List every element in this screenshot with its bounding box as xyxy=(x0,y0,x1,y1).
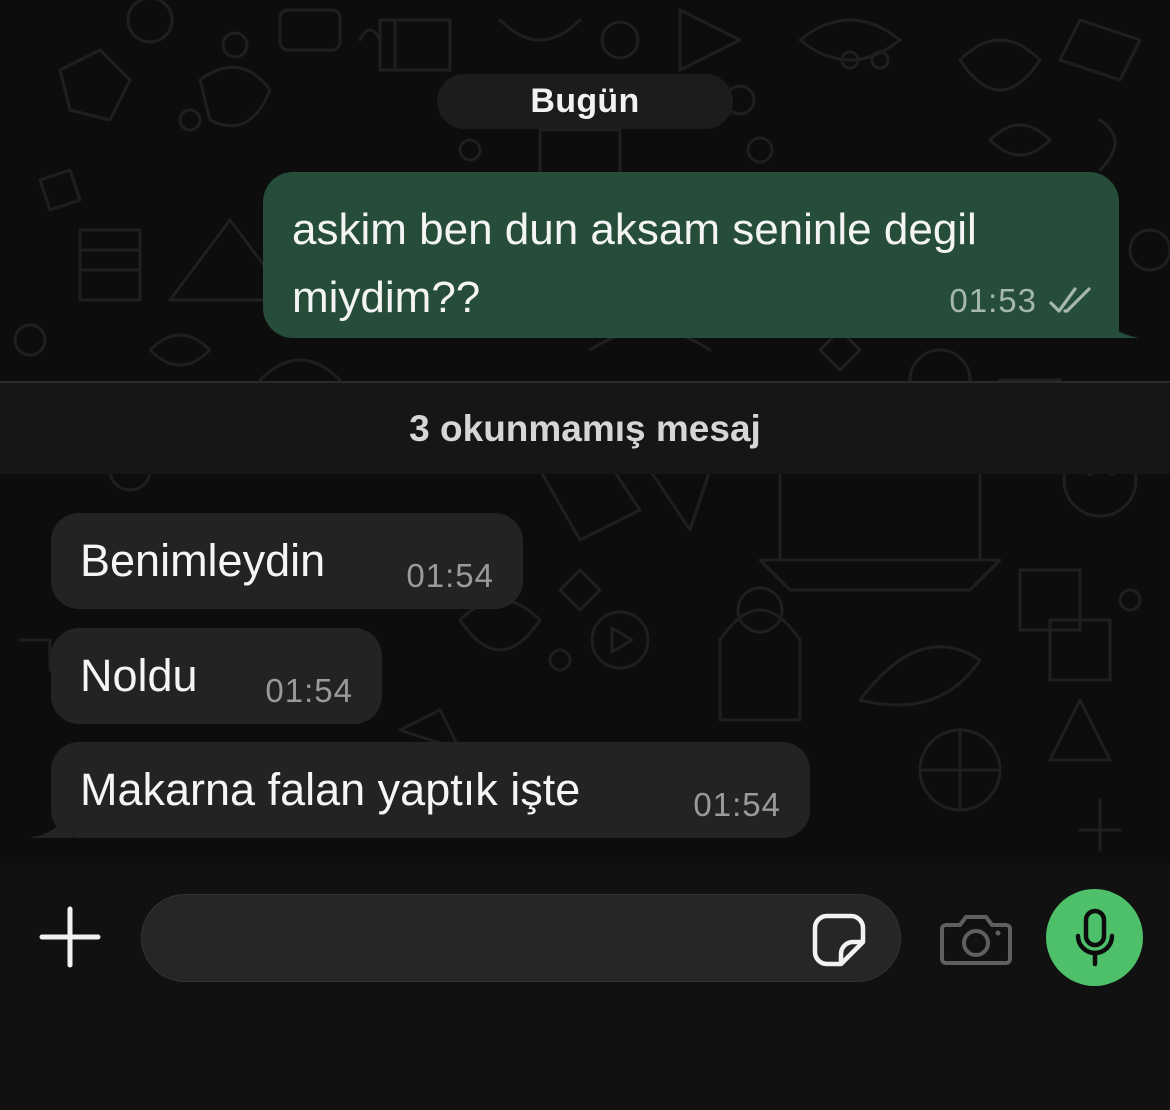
message-list[interactable]: Bugün askim ben dun aksam seninle degil … xyxy=(0,0,1170,863)
date-separator: Bugün xyxy=(437,74,733,129)
message-time: 01:54 xyxy=(693,786,781,823)
chat-screen: Bugün askim ben dun aksam seninle degil … xyxy=(0,0,1170,1110)
camera-button[interactable] xyxy=(936,906,1016,972)
plus-icon xyxy=(39,906,101,968)
unread-messages-divider: 3 okunmamış mesaj xyxy=(0,381,1170,474)
microphone-icon xyxy=(1075,908,1114,966)
attach-button[interactable] xyxy=(34,901,106,973)
unread-messages-label: 3 okunmamış mesaj xyxy=(409,407,761,449)
message-input-field[interactable] xyxy=(141,894,901,983)
bubble-tail xyxy=(29,806,71,838)
double-check-read-icon xyxy=(1049,287,1091,313)
message-text: Benimleydin xyxy=(80,535,326,586)
message-time: 01:53 xyxy=(949,282,1037,319)
message-meta: 01:53 xyxy=(949,282,1095,320)
incoming-message-bubble[interactable]: Benimleydin 01:54 xyxy=(51,513,523,609)
camera-icon xyxy=(940,915,1012,965)
voice-message-button[interactable] xyxy=(1046,889,1143,986)
date-separator-label: Bugün xyxy=(530,82,640,120)
sticker-icon xyxy=(812,913,866,967)
message-time: 01:54 xyxy=(265,672,353,709)
outgoing-message-bubble[interactable]: askim ben dun aksam seninle degil miydim… xyxy=(263,172,1139,338)
message-time: 01:54 xyxy=(406,557,494,594)
bubble-tail xyxy=(1099,308,1139,338)
message-text: Makarna falan yaptık işte xyxy=(80,764,581,815)
incoming-message-bubble[interactable]: Makarna falan yaptık işte 01:54 xyxy=(29,742,810,838)
incoming-message-bubble[interactable]: Noldu 01:54 xyxy=(51,628,382,724)
message-input[interactable] xyxy=(168,895,812,983)
sticker-button[interactable] xyxy=(808,909,870,971)
message-text: Noldu xyxy=(80,650,198,701)
